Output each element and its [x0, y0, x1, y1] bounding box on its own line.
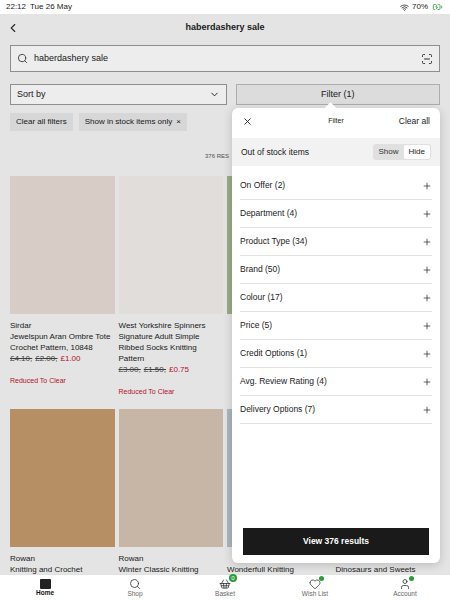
toggle-option[interactable]: Hide	[404, 145, 430, 159]
plus-icon	[422, 265, 432, 275]
nav-badge: 0	[229, 574, 237, 582]
filter-group[interactable]: On Offer (2)	[240, 172, 432, 200]
view-results-button[interactable]: View 376 results	[243, 528, 429, 555]
plus-icon	[422, 181, 432, 191]
stock-row: Out of stock itemsShowHide	[232, 138, 440, 166]
nav-item[interactable]: Wish List	[285, 578, 345, 598]
nav-item[interactable]: Shop	[105, 578, 165, 598]
stock-toggle[interactable]: ShowHide	[373, 144, 431, 160]
filter-group[interactable]: Department (4)	[240, 200, 432, 228]
nav-dot	[409, 576, 414, 581]
plus-icon	[422, 293, 432, 303]
filter-group[interactable]: Brand (50)	[240, 256, 432, 284]
plus-icon	[422, 321, 432, 331]
status-bar: 22:12 Tue 26 May 70%	[0, 0, 450, 14]
plus-icon	[422, 209, 432, 219]
filter-group[interactable]: Avg. Review Rating (4)	[240, 368, 432, 396]
app-screen: 22:12Tue 26 May70%haberdashery salehaber…	[0, 0, 450, 600]
plus-icon	[422, 349, 432, 359]
battery-icon	[431, 2, 444, 12]
panel-title: Filter	[328, 116, 344, 127]
plus-icon	[422, 377, 432, 387]
nav-item[interactable]: 0Basket	[195, 578, 255, 598]
filter-group[interactable]: Credit Options (1)	[240, 340, 432, 368]
nav-item[interactable]: Home	[15, 579, 75, 597]
status-date: Tue 26 May	[30, 2, 72, 12]
status-time: 22:12	[6, 2, 26, 12]
wifi-icon	[400, 3, 409, 12]
filter-panel: Filter Clear all Out of stock itemsShowHid…	[232, 108, 440, 563]
bottom-nav: Home Shop 0Basket Wish List Account	[0, 574, 450, 600]
filter-group[interactable]: Product Type (34)	[240, 228, 432, 256]
toggle-option[interactable]: Show	[374, 145, 404, 159]
home-icon	[40, 579, 51, 589]
filter-group[interactable]: Colour (17)	[240, 284, 432, 312]
shop-icon	[129, 578, 141, 590]
nav-dot	[319, 576, 324, 581]
nav-item[interactable]: Account	[375, 578, 435, 598]
filter-group[interactable]: Price (5)	[240, 312, 432, 340]
close-icon[interactable]	[242, 116, 253, 127]
filter-group[interactable]: Delivery Options (7)	[240, 396, 432, 424]
plus-icon	[422, 405, 432, 415]
battery-percent: 70%	[412, 2, 428, 12]
plus-icon	[422, 237, 432, 247]
clear-all-button[interactable]: Clear all	[399, 115, 430, 128]
